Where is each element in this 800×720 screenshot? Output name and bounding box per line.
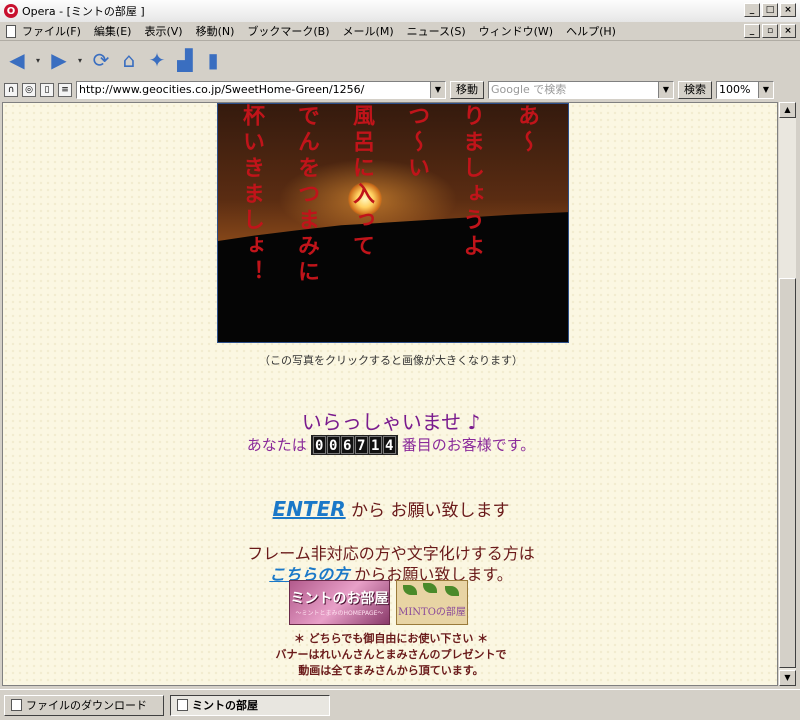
url-input[interactable]: http://www.geocities.co.jp/SweetHome-Gre… [76, 81, 446, 99]
menu-view[interactable]: 表示(V) [144, 23, 182, 39]
print-icon[interactable]: ▟ [174, 47, 196, 73]
menu-file[interactable]: ファイル(F) [22, 23, 81, 39]
address-bar: ∩ ◎ ▯ ≡ http://www.geocities.co.jp/Sweet… [0, 79, 800, 101]
mint-room-banner[interactable]: ミントのお部屋 〜ミントとまみのHOMEPAGE〜 [289, 580, 390, 625]
hill-silhouette [218, 212, 568, 342]
counter-digit: 0 [326, 435, 340, 454]
security-icon[interactable]: ∩ [4, 83, 18, 97]
search-button[interactable]: 検索 [678, 81, 712, 99]
visitor-prefix: あなたは [246, 436, 307, 454]
home-icon[interactable]: ⌂ [118, 47, 140, 73]
zoom-value: 100% [719, 83, 751, 96]
back-history-icon[interactable]: ▾ [34, 47, 42, 73]
page-tab[interactable]: ミントの部屋 [170, 694, 330, 716]
minto-room-banner[interactable]: MINTOの部屋 [396, 580, 468, 625]
banner-credit: バナーはれいんさんとまみさんのプレゼントで [275, 648, 507, 661]
enter-link[interactable]: ENTER [273, 497, 346, 521]
back-icon[interactable]: ◀ [6, 47, 28, 73]
counter-digit: 0 [312, 435, 326, 454]
banner1-title: ミントのお部屋 [290, 591, 389, 607]
usage-note: ＊ どちらでも御自由にお使い下さい ＊ [293, 632, 489, 645]
poem-column-2: りましょうよ [459, 104, 485, 260]
opera-logo-icon: O [4, 4, 18, 18]
enter-line: ENTER から お願い致します [3, 496, 777, 521]
enter-text: から お願い致します [345, 501, 510, 521]
menu-edit[interactable]: 編集(E) [94, 23, 132, 39]
forward-icon[interactable]: ▶ [48, 47, 70, 73]
scroll-thumb[interactable] [779, 278, 796, 668]
poem-column-5: でんをつまみに [294, 104, 320, 286]
counter-digit: 4 [382, 435, 396, 454]
page-tab-label: ミントの部屋 [192, 699, 258, 712]
visitor-counter-line: あなたは 0 0 6 7 1 4 番目のお客様です。 [3, 434, 777, 455]
search-placeholder: Google で検索 [491, 83, 567, 96]
page-info-icon[interactable]: ▯ [40, 83, 54, 97]
search-dropdown-icon[interactable]: ▼ [658, 82, 673, 98]
vertical-scrollbar[interactable]: ▲ ▼ [779, 102, 796, 686]
animation-credit: 動画は全てまみさんから頂ています。 [298, 664, 484, 677]
menu-window[interactable]: ウィンドウ(W) [479, 23, 553, 39]
maximize-button[interactable]: □ [762, 3, 778, 17]
banner1-subtitle: 〜ミントとまみのHOMEPAGE〜 [295, 610, 384, 617]
cookie-icon[interactable]: ◎ [22, 83, 36, 97]
print-small-icon[interactable]: ≡ [58, 83, 72, 97]
go-button[interactable]: 移動 [450, 81, 484, 99]
download-icon [11, 699, 22, 711]
url-dropdown-icon[interactable]: ▼ [430, 82, 445, 98]
window-title: Opera - [ミントの部屋 ] [22, 5, 145, 18]
scroll-down-icon[interactable]: ▼ [779, 670, 796, 686]
page-tab-icon [177, 699, 188, 711]
close-button[interactable]: × [780, 3, 796, 17]
counter-digit: 6 [340, 435, 354, 454]
status-bar: ファイルのダウンロード ミントの部屋 [0, 689, 800, 720]
sunset-photo[interactable]: あ～ りましょうよ つ～い 風呂に入って でんをつまみに 杯いきましょ！ [217, 103, 569, 343]
welcome-heading: いらっしゃいませ ♪ [301, 410, 481, 434]
menu-news[interactable]: ニュース(S) [407, 23, 466, 39]
menu-mail[interactable]: メール(M) [343, 23, 394, 39]
wand-icon[interactable]: ✦ [146, 47, 168, 73]
poem-column-1: あ～ [514, 104, 540, 156]
page-icon [6, 24, 16, 38]
poem-column-4: 風呂に入って [349, 104, 375, 260]
visitor-counter: 0 0 6 7 1 4 [310, 434, 398, 455]
poem-column-3: つ～い [404, 104, 430, 182]
title-bar: O Opera - [ミントの部屋 ] _ □ × [0, 0, 800, 22]
counter-digit: 1 [368, 435, 382, 454]
menu-navigation[interactable]: 移動(N) [196, 23, 235, 39]
doc-close-button[interactable]: × [780, 24, 796, 38]
minimize-button[interactable]: _ [744, 3, 760, 17]
menu-bookmarks[interactable]: ブックマーク(B) [247, 23, 329, 39]
reload-icon[interactable]: ⟳ [90, 47, 112, 73]
menu-bar: ファイル(F) 編集(E) 表示(V) 移動(N) ブックマーク(B) メール(… [0, 22, 800, 41]
navigation-toolbar: ◀ ▾ ▶ ▾ ⟳ ⌂ ✦ ▟ ▮ [0, 42, 800, 78]
banner2-title: MINTOの部屋 [398, 607, 466, 618]
leaf-icon [423, 583, 437, 593]
zoom-select[interactable]: 100% ▼ [716, 81, 774, 99]
scroll-up-icon[interactable]: ▲ [779, 102, 796, 118]
forward-history-icon[interactable]: ▾ [76, 47, 84, 73]
downloads-tab[interactable]: ファイルのダウンロード [4, 694, 164, 716]
downloads-label: ファイルのダウンロード [26, 699, 147, 712]
poem-column-6: 杯いきましょ！ [239, 104, 265, 286]
document-icon[interactable]: ▮ [202, 47, 224, 73]
page-content: あ～ りましょうよ つ～い 風呂に入って でんをつまみに 杯いきましょ！ （この… [2, 102, 778, 686]
leaf-icon [403, 585, 417, 595]
banner-row: ミントのお部屋 〜ミントとまみのHOMEPAGE〜 MINTOの部屋 [289, 580, 468, 625]
counter-digit: 7 [354, 435, 368, 454]
url-text: http://www.geocities.co.jp/SweetHome-Gre… [79, 83, 365, 96]
photo-caption: （この写真をクリックすると画像が大きくなります） [259, 354, 523, 367]
visitor-suffix: 番目のお客様です。 [401, 436, 536, 454]
zoom-dropdown-icon[interactable]: ▼ [758, 82, 773, 98]
menu-help[interactable]: ヘルプ(H) [566, 23, 616, 39]
leaf-icon [445, 586, 459, 596]
doc-restore-button[interactable]: ▫ [762, 24, 778, 38]
search-input[interactable]: Google で検索 ▼ [488, 81, 674, 99]
doc-minimize-button[interactable]: _ [744, 24, 760, 38]
